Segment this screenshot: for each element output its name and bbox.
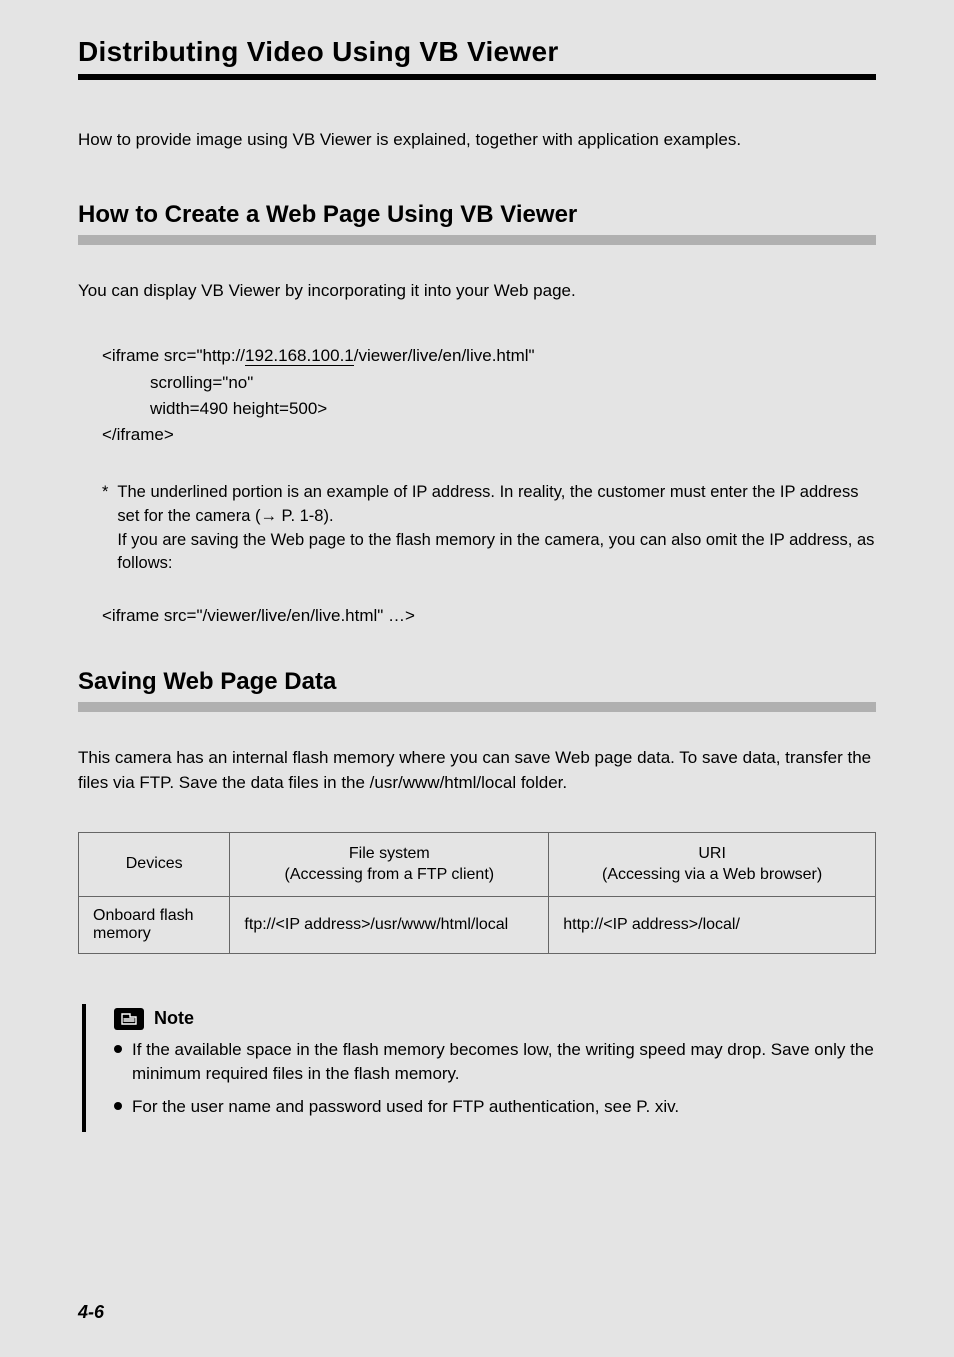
note-block: Note If the available space in the flash… bbox=[82, 1004, 876, 1132]
note-list: If the available space in the flash memo… bbox=[114, 1038, 876, 1120]
table-header-devices: Devices bbox=[79, 832, 230, 896]
section2-paragraph: This camera has an internal flash memory… bbox=[78, 746, 876, 795]
page-number: 4-6 bbox=[0, 1302, 954, 1323]
cell-uri: http://<IP address>/local/ bbox=[549, 896, 876, 953]
table-header-row: Devices File system (Accessing from a FT… bbox=[79, 832, 876, 896]
document-page: Distributing Video Using VB Viewer How t… bbox=[0, 0, 954, 1357]
code-text: /viewer/live/en/live.html" bbox=[354, 346, 535, 365]
footnote-row: * The underlined portion is an example o… bbox=[102, 481, 876, 577]
footnote-line-1: The underlined portion is an example of … bbox=[117, 481, 876, 529]
page-title: Distributing Video Using VB Viewer bbox=[78, 36, 876, 68]
code-line-2: scrolling="no" bbox=[102, 370, 876, 396]
intro-paragraph: How to provide image using VB Viewer is … bbox=[78, 128, 876, 153]
section-heading-create-web-page: How to Create a Web Page Using VB Viewer bbox=[78, 201, 876, 229]
table-header-uri: URI (Accessing via a Web browser) bbox=[549, 832, 876, 896]
iframe-code-inline: <iframe src="/viewer/live/en/live.html" … bbox=[102, 606, 876, 626]
note-header: Note bbox=[114, 1008, 876, 1030]
footnote-body: The underlined portion is an example of … bbox=[117, 481, 876, 577]
section-rule bbox=[78, 235, 876, 245]
content-area: Distributing Video Using VB Viewer How t… bbox=[0, 36, 954, 1132]
section-heading-saving-data: Saving Web Page Data bbox=[78, 668, 876, 696]
section-rule bbox=[78, 702, 876, 712]
footnote-line-2: If you are saving the Web page to the fl… bbox=[117, 529, 876, 577]
code-text: <iframe src="http:// bbox=[102, 346, 245, 365]
code-line-4: </iframe> bbox=[102, 422, 876, 448]
footnote-marker: * bbox=[102, 481, 108, 577]
note-icon bbox=[114, 1008, 144, 1030]
ip-address-example: 192.168.100.1 bbox=[245, 346, 354, 366]
table-header-line: File system bbox=[349, 845, 430, 862]
storage-table: Devices File system (Accessing from a FT… bbox=[78, 832, 876, 954]
table-header-line: (Accessing via a Web browser) bbox=[602, 866, 822, 883]
table-header-line: URI bbox=[698, 845, 726, 862]
table-row: Onboard flash memory ftp://<IP address>/… bbox=[79, 896, 876, 953]
code-line-1: <iframe src="http://192.168.100.1/viewer… bbox=[102, 343, 876, 369]
table-header-line: (Accessing from a FTP client) bbox=[285, 866, 495, 883]
section1-paragraph: You can display VB Viewer by incorporati… bbox=[78, 279, 876, 304]
table-header-filesystem: File system (Accessing from a FTP client… bbox=[230, 832, 549, 896]
code-line-3: width=490 height=500> bbox=[102, 396, 876, 422]
note-item: For the user name and password used for … bbox=[114, 1095, 876, 1120]
note-label: Note bbox=[154, 1008, 194, 1029]
iframe-code-block: <iframe src="http://192.168.100.1/viewer… bbox=[102, 343, 876, 448]
title-rule bbox=[78, 74, 876, 80]
footnote-block: * The underlined portion is an example o… bbox=[102, 481, 876, 577]
cell-filesystem: ftp://<IP address>/usr/www/html/local bbox=[230, 896, 549, 953]
note-item: If the available space in the flash memo… bbox=[114, 1038, 876, 1087]
cell-device: Onboard flash memory bbox=[79, 896, 230, 953]
